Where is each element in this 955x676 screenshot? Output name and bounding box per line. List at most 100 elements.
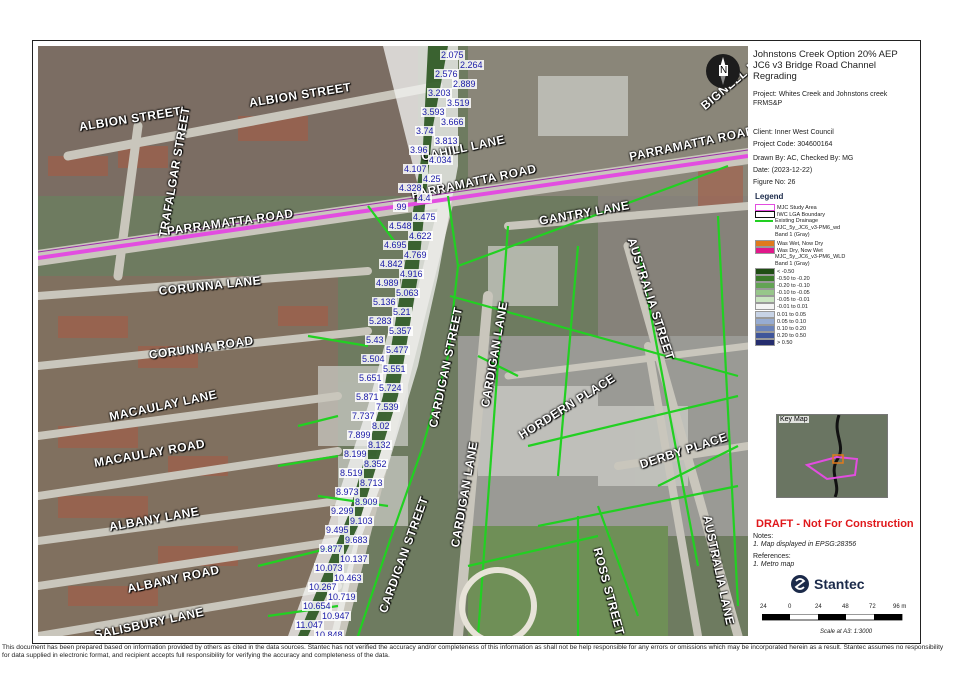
legend-item: > 0.50 [755, 338, 792, 346]
water-level-label: 4.989 [375, 278, 400, 288]
info-panel: Johnstons Creek Option 20% AEP JC6 v3 Br… [750, 46, 916, 638]
legend-swatch [755, 310, 775, 318]
water-level-label: 4.769 [403, 250, 428, 260]
legend-item: 0.01 to 0.05 [755, 310, 807, 318]
legend-label: MJC_5y_JC6_v3-PM6_WLD [775, 253, 846, 260]
water-level-label: 5.21 [392, 307, 412, 317]
legend-label: 0.20 to 0.50 [777, 332, 807, 339]
stantec-logo-text: Stantec [814, 576, 865, 592]
date: Date: (2023-12-22) [753, 167, 813, 174]
water-level-label: 9.683 [344, 535, 369, 545]
water-level-label: 4.107 [403, 164, 428, 174]
legend-item: MJC_5y_JC6_v3-PM6_wd [755, 225, 840, 231]
map-title: Johnstons Creek Option 20% AEP JC6 v3 Br… [753, 49, 898, 82]
legend-label: IWC LGA Boundary [777, 212, 825, 219]
legend-swatch [755, 239, 775, 247]
water-level-label: 8.909 [354, 497, 379, 507]
project-code: Project Code: 304600164 [753, 141, 833, 148]
water-level-label: 8.519 [339, 468, 364, 478]
legend-heading: Legend [755, 192, 784, 201]
legend-label: Was Dry, Now Wet [777, 247, 823, 254]
legend-label: Band 1 (Gray) [775, 232, 810, 239]
legend-label: MJC_5y_JC6_v3-PM6_wd [775, 225, 841, 232]
legend-item: Band 1 (Gray) [755, 232, 810, 238]
water-level-label: 4.548 [388, 221, 413, 231]
north-label: N [719, 65, 729, 76]
water-level-label: 4.328 [398, 183, 423, 193]
legend-swatch [755, 289, 775, 297]
legend-item: -0.50 to -0.20 [755, 275, 810, 282]
legend-label: -0.10 to -0.05 [777, 290, 810, 297]
water-level-label: 7.737 [351, 411, 376, 421]
water-level-label: 3.519 [446, 98, 471, 108]
legend-item: MJC Study Area [755, 204, 817, 211]
legend-swatch [755, 219, 773, 222]
legend-label: 0.10 to 0.20 [777, 325, 807, 332]
water-level-label: 10.848 [314, 630, 344, 636]
key-map-title: Key Map [779, 416, 809, 423]
water-level-label: 3.203 [427, 88, 452, 98]
legend-item: -0.01 to 0.01 [755, 303, 808, 311]
water-level-label: 4.034 [428, 155, 453, 165]
water-level-label: 7.539 [375, 402, 400, 412]
water-level-label: 9.103 [349, 516, 374, 526]
water-level-label: 3.593 [421, 107, 446, 117]
figure-number: Figure No: 26 [753, 179, 796, 186]
legend-item: Was Dry, Now Wet [755, 246, 823, 254]
legend-label: -0.01 to 0.01 [777, 304, 808, 311]
water-level-label: 8.973 [335, 487, 360, 497]
water-level-label: 5.504 [361, 354, 386, 364]
water-level-label: .99 [393, 202, 408, 212]
legend-label: 0.01 to 0.05 [777, 311, 807, 318]
scale-tick: 0 [788, 604, 792, 610]
water-level-label: 8.713 [359, 478, 384, 488]
water-level-label: 4.622 [408, 231, 433, 241]
water-level-label: 10.267 [308, 582, 338, 592]
project-label: Project: [753, 91, 777, 98]
legend-item: 0.10 to 0.20 [755, 324, 807, 332]
legend-swatch [755, 331, 775, 339]
water-level-label: 7.899 [347, 430, 372, 440]
legend-swatch [755, 324, 775, 332]
water-level-label: 2.889 [452, 79, 477, 89]
water-level-label: 5.724 [378, 383, 403, 393]
water-level-label: 3.813 [434, 136, 459, 146]
water-level-label: 3.96 [409, 145, 429, 155]
water-level-label: 4.842 [379, 259, 404, 269]
client: Client: Inner West Council [753, 129, 834, 136]
legend-label: -0.05 to -0.01 [777, 297, 810, 304]
water-level-label: 5.063 [395, 288, 420, 298]
legend-swatch [755, 303, 775, 311]
legend-item: 0.20 to 0.50 [755, 331, 807, 339]
legend-item: -0.20 to -0.10 [755, 282, 810, 290]
water-level-label: 5.136 [372, 297, 397, 307]
legend-label: Existing Drainage [775, 218, 819, 225]
map-view[interactable]: ALBION STREET ALBION STREET TRAFALGAR ST… [38, 46, 748, 636]
water-level-label: 5.283 [368, 316, 393, 326]
legend-label: Was Wet, Now Dry [777, 240, 824, 247]
water-level-label: 4.25 [422, 174, 442, 184]
legend-label: < -0.50 [777, 268, 795, 275]
scale-tick: 24 [815, 604, 822, 610]
legend-item: -0.05 to -0.01 [755, 296, 810, 304]
notes: 1. Map displayed in EPSG:28356 [753, 541, 857, 548]
legend-item: Was Wet, Now Dry [755, 239, 824, 247]
legend-item: MJC_5y_JC6_v3-PM6_WLD [755, 254, 845, 260]
water-level-label: 9.877 [319, 544, 344, 554]
water-level-label: 3.74 [415, 126, 435, 136]
scale-tick: 72 [869, 604, 876, 610]
water-level-label: 4.4 [417, 193, 432, 203]
legend-swatch [755, 211, 775, 219]
legend-swatch [755, 267, 775, 275]
legend-item: -0.10 to -0.05 [755, 289, 810, 297]
legend-item: < -0.50 [755, 267, 795, 275]
disclaimer: This document has been prepared based on… [2, 644, 944, 659]
scale-ticks: 24 0 24 48 72 96 m [760, 604, 910, 614]
legend-swatch [755, 338, 775, 346]
scale-tick: 96 m [893, 604, 907, 610]
legend-item: IWC LGA Boundary [755, 211, 825, 219]
stantec-logo-icon [791, 575, 809, 593]
water-level-label: 2.264 [459, 60, 484, 70]
legend-label: 0.05 to 0.10 [777, 318, 807, 325]
water-level-label: 5.551 [382, 364, 407, 374]
